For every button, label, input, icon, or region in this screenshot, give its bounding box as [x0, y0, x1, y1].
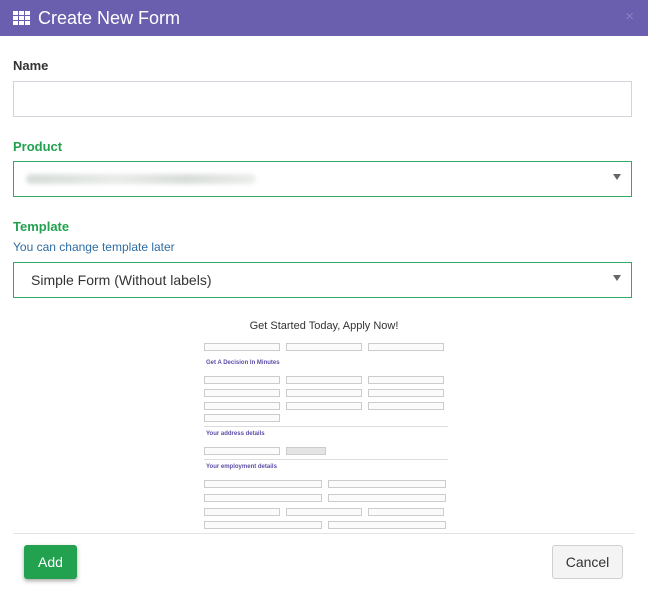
dialog-titlebar: Create New Form × — [0, 0, 648, 36]
template-select[interactable]: Simple Form (Without labels) — [13, 262, 632, 298]
product-select[interactable] — [13, 161, 632, 197]
template-hint: You can change template later — [13, 240, 175, 254]
close-icon[interactable]: × — [625, 8, 634, 25]
name-input[interactable] — [13, 81, 632, 117]
preview-row — [204, 521, 452, 529]
footer-divider — [13, 533, 635, 534]
name-label: Name — [13, 58, 49, 73]
preview-section-heading: Your employment details — [206, 464, 277, 470]
preview-row — [204, 494, 452, 502]
chevron-down-icon — [613, 174, 621, 180]
preview-row — [204, 414, 286, 422]
grid-icon — [13, 10, 30, 26]
template-value: Simple Form (Without labels) — [31, 272, 212, 288]
preview-section-heading: Your address details — [206, 431, 265, 437]
preview-row — [204, 508, 450, 516]
preview-divider — [204, 426, 448, 427]
preview-row — [204, 343, 450, 351]
preview-title: Get Started Today, Apply Now! — [249, 320, 399, 332]
cancel-button[interactable]: Cancel — [552, 545, 623, 579]
preview-row — [204, 402, 450, 410]
template-label: Template — [13, 219, 70, 234]
dialog-title: Create New Form — [38, 7, 181, 28]
add-button[interactable]: Add — [24, 545, 77, 579]
preview-divider — [204, 459, 448, 460]
template-preview-image: Get Started Today, Apply Now! Get A Deci… — [152, 310, 496, 532]
product-value-redacted — [26, 174, 256, 184]
preview-row — [204, 389, 450, 397]
preview-section-heading: Get A Decision In Minutes — [206, 360, 280, 366]
preview-row — [204, 447, 332, 455]
chevron-down-icon — [613, 275, 621, 281]
product-label: Product — [13, 139, 63, 154]
preview-row — [204, 480, 452, 488]
preview-row — [204, 376, 450, 384]
